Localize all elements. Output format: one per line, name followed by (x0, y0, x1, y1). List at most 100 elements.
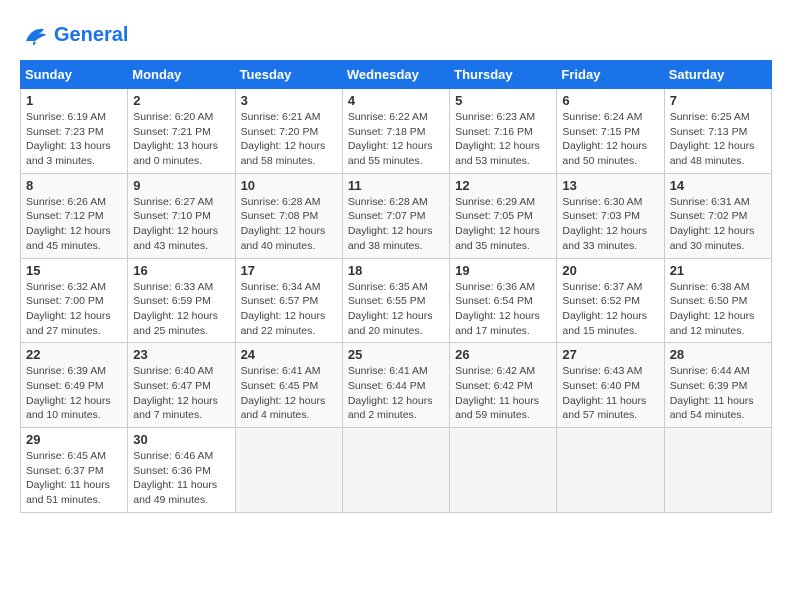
calendar-cell: 14 Sunrise: 6:31 AMSunset: 7:02 PMDayligh… (664, 173, 771, 258)
calendar-cell: 22 Sunrise: 6:39 AMSunset: 6:49 PMDayligh… (21, 343, 128, 428)
calendar-cell: 27 Sunrise: 6:43 AMSunset: 6:40 PMDayligh… (557, 343, 664, 428)
day-number: 22 (26, 347, 122, 362)
weekday-header-row: SundayMondayTuesdayWednesdayThursdayFrid… (21, 61, 772, 89)
calendar-cell: 9Sunrise: 6:27 AMSunset: 7:10 PMDaylight… (128, 173, 235, 258)
day-number: 16 (133, 263, 229, 278)
calendar-cell: 5 Sunrise: 6:23 AMSunset: 7:16 PMDaylight… (450, 89, 557, 174)
calendar-cell: 11 Sunrise: 6:28 AMSunset: 7:07 PMDayligh… (342, 173, 449, 258)
weekday-tuesday: Tuesday (235, 61, 342, 89)
day-info: Sunrise: 6:20 AMSunset: 7:21 PMDaylight:… (133, 110, 229, 169)
calendar-cell: 20 Sunrise: 6:37 AMSunset: 6:52 PMDayligh… (557, 258, 664, 343)
calendar-cell: 1Sunrise: 6:19 AMSunset: 7:23 PMDaylight… (21, 89, 128, 174)
week-row-1: 1Sunrise: 6:19 AMSunset: 7:23 PMDaylight… (21, 89, 772, 174)
day-number: 28 (670, 347, 766, 362)
calendar-cell: 26 Sunrise: 6:42 AMSunset: 6:42 PMDayligh… (450, 343, 557, 428)
day-number: 8 (26, 178, 122, 193)
day-info: Sunrise: 6:25 AMSunset: 7:13 PMDaylight:… (670, 110, 766, 169)
day-info: Sunrise: 6:41 AMSunset: 6:45 PMDaylight:… (241, 364, 337, 423)
week-row-3: 15 Sunrise: 6:32 AMSunset: 7:00 PMDayligh… (21, 258, 772, 343)
day-info: Sunrise: 6:30 AMSunset: 7:03 PMDaylight:… (562, 195, 658, 254)
day-info: Sunrise: 6:36 AMSunset: 6:54 PMDaylight:… (455, 280, 551, 339)
calendar-cell: 17 Sunrise: 6:34 AMSunset: 6:57 PMDayligh… (235, 258, 342, 343)
day-number: 6 (562, 93, 658, 108)
day-number: 3 (241, 93, 337, 108)
day-number: 13 (562, 178, 658, 193)
weekday-monday: Monday (128, 61, 235, 89)
calendar-cell: 12 Sunrise: 6:29 AMSunset: 7:05 PMDayligh… (450, 173, 557, 258)
calendar-cell: 29 Sunrise: 6:45 AMSunset: 6:37 PMDayligh… (21, 428, 128, 513)
calendar-cell: 28 Sunrise: 6:44 AMSunset: 6:39 PMDayligh… (664, 343, 771, 428)
calendar-cell (664, 428, 771, 513)
calendar-cell: 16Sunrise: 6:33 AMSunset: 6:59 PMDayligh… (128, 258, 235, 343)
day-info: Sunrise: 6:26 AMSunset: 7:12 PMDaylight:… (26, 195, 122, 254)
calendar-cell (450, 428, 557, 513)
calendar-cell: 13 Sunrise: 6:30 AMSunset: 7:03 PMDayligh… (557, 173, 664, 258)
day-info: Sunrise: 6:23 AMSunset: 7:16 PMDaylight:… (455, 110, 551, 169)
week-row-2: 8 Sunrise: 6:26 AMSunset: 7:12 PMDaylight… (21, 173, 772, 258)
calendar-cell: 23 Sunrise: 6:40 AMSunset: 6:47 PMDayligh… (128, 343, 235, 428)
week-row-4: 22 Sunrise: 6:39 AMSunset: 6:49 PMDayligh… (21, 343, 772, 428)
calendar-cell: 7Sunrise: 6:25 AMSunset: 7:13 PMDaylight… (664, 89, 771, 174)
day-number: 24 (241, 347, 337, 362)
day-number: 30 (133, 432, 229, 447)
day-number: 27 (562, 347, 658, 362)
day-info: Sunrise: 6:32 AMSunset: 7:00 PMDaylight:… (26, 280, 122, 339)
day-info: Sunrise: 6:45 AMSunset: 6:37 PMDaylight:… (26, 449, 122, 508)
day-number: 15 (26, 263, 122, 278)
calendar-cell: 30 Sunrise: 6:46 AMSunset: 6:36 PMDayligh… (128, 428, 235, 513)
day-info: Sunrise: 6:27 AMSunset: 7:10 PMDaylight:… (133, 195, 229, 254)
day-info: Sunrise: 6:35 AMSunset: 6:55 PMDaylight:… (348, 280, 444, 339)
calendar-cell: 19 Sunrise: 6:36 AMSunset: 6:54 PMDayligh… (450, 258, 557, 343)
day-info: Sunrise: 6:37 AMSunset: 6:52 PMDaylight:… (562, 280, 658, 339)
day-number: 25 (348, 347, 444, 362)
calendar-cell: 15 Sunrise: 6:32 AMSunset: 7:00 PMDayligh… (21, 258, 128, 343)
day-number: 19 (455, 263, 551, 278)
calendar-cell: 2 Sunrise: 6:20 AMSunset: 7:21 PMDaylight… (128, 89, 235, 174)
day-info: Sunrise: 6:43 AMSunset: 6:40 PMDaylight:… (562, 364, 658, 423)
day-number: 21 (670, 263, 766, 278)
calendar-cell: 24 Sunrise: 6:41 AMSunset: 6:45 PMDayligh… (235, 343, 342, 428)
day-info: Sunrise: 6:42 AMSunset: 6:42 PMDaylight:… (455, 364, 551, 423)
day-info: Sunrise: 6:44 AMSunset: 6:39 PMDaylight:… (670, 364, 766, 423)
calendar-cell: 4Sunrise: 6:22 AMSunset: 7:18 PMDaylight… (342, 89, 449, 174)
day-info: Sunrise: 6:39 AMSunset: 6:49 PMDaylight:… (26, 364, 122, 423)
day-info: Sunrise: 6:46 AMSunset: 6:36 PMDaylight:… (133, 449, 229, 508)
day-number: 4 (348, 93, 444, 108)
calendar-cell: 25 Sunrise: 6:41 AMSunset: 6:44 PMDayligh… (342, 343, 449, 428)
calendar-cell (235, 428, 342, 513)
logo: General (20, 20, 128, 50)
logo-text-line1: General (54, 24, 128, 46)
weekday-saturday: Saturday (664, 61, 771, 89)
calendar-cell: 18 Sunrise: 6:35 AMSunset: 6:55 PMDayligh… (342, 258, 449, 343)
day-number: 29 (26, 432, 122, 447)
day-number: 17 (241, 263, 337, 278)
day-number: 11 (348, 178, 444, 193)
day-number: 14 (670, 178, 766, 193)
day-info: Sunrise: 6:31 AMSunset: 7:02 PMDaylight:… (670, 195, 766, 254)
day-info: Sunrise: 6:28 AMSunset: 7:07 PMDaylight:… (348, 195, 444, 254)
day-number: 10 (241, 178, 337, 193)
day-number: 12 (455, 178, 551, 193)
weekday-wednesday: Wednesday (342, 61, 449, 89)
calendar-cell: 8 Sunrise: 6:26 AMSunset: 7:12 PMDaylight… (21, 173, 128, 258)
calendar-body: 1Sunrise: 6:19 AMSunset: 7:23 PMDaylight… (21, 89, 772, 513)
day-number: 2 (133, 93, 229, 108)
logo-icon (20, 20, 50, 50)
day-number: 26 (455, 347, 551, 362)
day-info: Sunrise: 6:19 AMSunset: 7:23 PMDaylight:… (26, 110, 122, 169)
day-info: Sunrise: 6:28 AMSunset: 7:08 PMDaylight:… (241, 195, 337, 254)
weekday-sunday: Sunday (21, 61, 128, 89)
day-number: 18 (348, 263, 444, 278)
day-info: Sunrise: 6:40 AMSunset: 6:47 PMDaylight:… (133, 364, 229, 423)
day-info: Sunrise: 6:34 AMSunset: 6:57 PMDaylight:… (241, 280, 337, 339)
day-number: 5 (455, 93, 551, 108)
calendar-cell (557, 428, 664, 513)
calendar-cell: 3Sunrise: 6:21 AMSunset: 7:20 PMDaylight… (235, 89, 342, 174)
calendar-table: SundayMondayTuesdayWednesdayThursdayFrid… (20, 60, 772, 513)
day-info: Sunrise: 6:29 AMSunset: 7:05 PMDaylight:… (455, 195, 551, 254)
day-info: Sunrise: 6:41 AMSunset: 6:44 PMDaylight:… (348, 364, 444, 423)
day-info: Sunrise: 6:24 AMSunset: 7:15 PMDaylight:… (562, 110, 658, 169)
day-number: 20 (562, 263, 658, 278)
day-info: Sunrise: 6:38 AMSunset: 6:50 PMDaylight:… (670, 280, 766, 339)
day-number: 23 (133, 347, 229, 362)
